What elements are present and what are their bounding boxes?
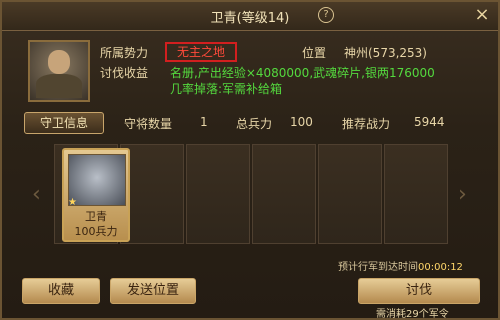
position-value: 神州(573,253) bbox=[344, 46, 427, 60]
faction-label: 所属势力 bbox=[100, 46, 149, 60]
general-portrait bbox=[28, 40, 90, 102]
star-icon: ★ bbox=[68, 197, 77, 208]
help-icon[interactable]: ? bbox=[318, 7, 334, 23]
troops-value: 100 bbox=[290, 115, 313, 129]
close-icon[interactable]: × bbox=[472, 5, 492, 25]
guard-slot bbox=[252, 144, 316, 244]
guard-slot bbox=[384, 144, 448, 244]
guard-name: 卫青 bbox=[85, 210, 107, 223]
next-arrow-icon[interactable]: › bbox=[458, 182, 467, 207]
reward-text: 名册,产出经验×4080000,武魂碎片,银两176000 bbox=[170, 66, 435, 80]
send-position-button[interactable]: 发送位置 bbox=[110, 278, 196, 304]
portrait-head bbox=[48, 50, 70, 74]
guard-info-row: 守卫信息 守将数量 1 总兵力 100 推荐战力 5944 bbox=[24, 112, 484, 134]
guard-troops: 100兵力 bbox=[74, 225, 118, 238]
reward-label: 讨伐收益 bbox=[100, 66, 149, 80]
prev-arrow-icon[interactable]: ‹ bbox=[32, 182, 41, 207]
position-label: 位置 bbox=[302, 46, 327, 60]
drop-text: 几率掉落:军需补给箱 bbox=[170, 82, 283, 96]
tab-guard-info[interactable]: 守卫信息 bbox=[24, 112, 104, 134]
power-value: 5944 bbox=[414, 115, 445, 129]
eta-label: 预计行军到达时间 bbox=[338, 262, 418, 273]
portrait-body bbox=[36, 74, 82, 98]
faction-value: 无主之地 bbox=[165, 42, 237, 62]
cost-text: 需消耗29个军令 bbox=[376, 309, 449, 320]
power-label: 推荐战力 bbox=[342, 117, 391, 131]
title-bar: 卫青(等级14) ? × bbox=[2, 2, 498, 31]
eta-time: 00:00:12 bbox=[418, 262, 463, 273]
march-eta: 预计行军到达时间00:00:12 bbox=[338, 258, 463, 273]
attack-button[interactable]: 讨伐 bbox=[358, 278, 480, 304]
favorite-button[interactable]: 收藏 bbox=[22, 278, 100, 304]
guard-count: 1 bbox=[200, 115, 208, 129]
troops-label: 总兵力 bbox=[236, 117, 273, 131]
guard-count-label: 守将数量 bbox=[124, 117, 173, 131]
expedition-panel: 卫青(等级14) ? × 所属势力 无主之地 位置 神州(573,253) 讨伐… bbox=[0, 0, 500, 320]
guard-slot bbox=[318, 144, 382, 244]
guard-card[interactable]: ★ 卫青 100兵力 bbox=[62, 148, 130, 242]
guard-slot bbox=[186, 144, 250, 244]
window-title: 卫青(等级14) bbox=[210, 11, 290, 26]
